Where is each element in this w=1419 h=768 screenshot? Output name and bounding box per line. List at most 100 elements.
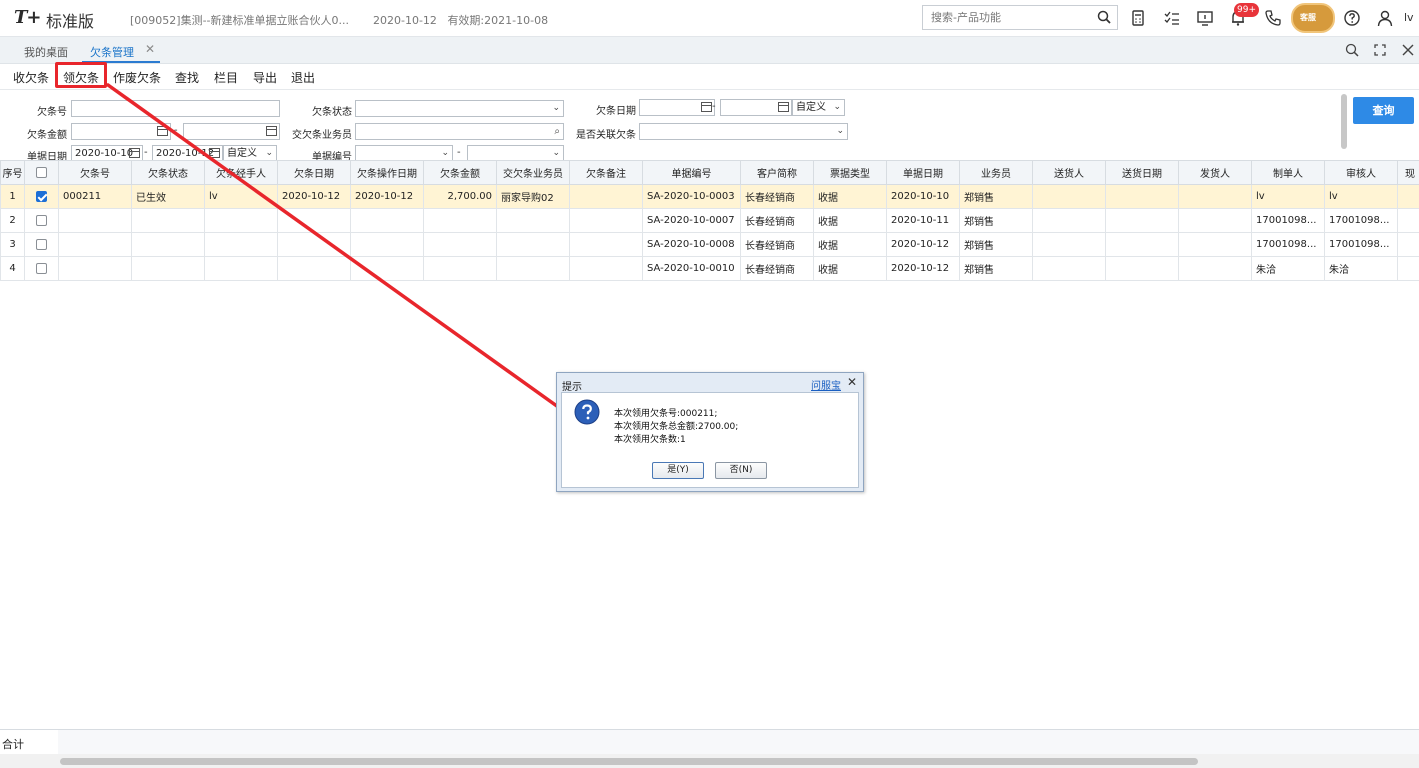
cell-maker: 17001098... <box>1251 208 1325 233</box>
cell-auditor: 17001098... <box>1324 208 1398 233</box>
cell-amount <box>423 208 497 233</box>
help-service-link[interactable]: 问服宝 <box>811 377 841 392</box>
row-select[interactable] <box>24 184 59 209</box>
col-doc-date[interactable]: 单据日期 <box>886 160 960 185</box>
menu-void-iou[interactable]: 作废欠条 <box>113 69 161 86</box>
row-checkbox[interactable] <box>36 190 47 202</box>
col-select-all[interactable] <box>24 160 59 185</box>
menu-find[interactable]: 查找 <box>175 69 199 86</box>
iou-date-from[interactable] <box>639 99 715 116</box>
tab-search-icon[interactable] <box>1344 42 1360 58</box>
horizontal-scrollbar-thumb[interactable] <box>60 758 1198 765</box>
calculator-icon[interactable] <box>1129 9 1147 27</box>
cell-iou-no <box>58 256 132 281</box>
col-seq[interactable]: 序号 <box>0 160 25 185</box>
calculator-icon[interactable] <box>266 126 277 136</box>
dialog-title: 提示 <box>562 382 582 393</box>
col-maker[interactable]: 制单人 <box>1251 160 1325 185</box>
iou-amount-from[interactable] <box>71 123 171 140</box>
task-list-icon[interactable] <box>1163 9 1181 27</box>
menu-exit[interactable]: 退出 <box>291 69 315 86</box>
cell-iou-date <box>277 208 351 233</box>
calendar-icon[interactable] <box>209 148 220 158</box>
total-label: 合计 <box>2 738 24 751</box>
table-row[interactable]: 2 SA-2020-10-0007 长春经销商 收据 2020-10-11 郑销… <box>0 208 1419 233</box>
col-cash[interactable]: 现 <box>1397 160 1419 185</box>
row-select[interactable] <box>24 208 59 233</box>
col-iou-no[interactable]: 欠条号 <box>58 160 132 185</box>
tab-close-icon[interactable]: ✕ <box>145 42 155 56</box>
col-handler[interactable]: 欠条经手人 <box>204 160 278 185</box>
row-seq: 3 <box>0 232 25 257</box>
chevron-down-icon: ⌄ <box>552 103 560 113</box>
table-row[interactable]: 4 SA-2020-10-0010 长春经销商 收据 2020-10-12 郑销… <box>0 256 1419 281</box>
col-customer[interactable]: 客户简称 <box>740 160 814 185</box>
col-op-date[interactable]: 欠条操作日期 <box>350 160 424 185</box>
row-checkbox[interactable] <box>36 214 47 226</box>
col-remark[interactable]: 欠条备注 <box>569 160 643 185</box>
row-select[interactable] <box>24 232 59 257</box>
col-salesman[interactable]: 交欠条业务员 <box>496 160 570 185</box>
col-doc-no[interactable]: 单据编号 <box>642 160 741 185</box>
col-delivery-date[interactable]: 送货日期 <box>1105 160 1179 185</box>
help-icon[interactable] <box>1343 9 1361 27</box>
calendar-icon[interactable] <box>778 102 789 112</box>
close-icon[interactable] <box>1400 42 1416 58</box>
cell-deliverer <box>1032 208 1106 233</box>
table-row[interactable]: 3 SA-2020-10-0008 长春经销商 收据 2020-10-12 郑销… <box>0 232 1419 257</box>
col-clerk[interactable]: 业务员 <box>959 160 1033 185</box>
table-row[interactable]: 1 000211 已生效 lv 2020-10-12 2020-10-12 2,… <box>0 184 1419 209</box>
menu-receive-iou[interactable]: 收欠条 <box>13 69 49 86</box>
search-icon[interactable] <box>1097 10 1111 24</box>
tab-my-desktop[interactable]: 我的桌面 <box>24 44 68 60</box>
cell-status <box>131 256 205 281</box>
dialog-close-icon[interactable]: ✕ <box>847 375 857 389</box>
message-icon[interactable] <box>1196 9 1214 27</box>
select-all-checkbox[interactable] <box>36 166 47 178</box>
col-amount[interactable]: 欠条金额 <box>423 160 497 185</box>
calendar-icon[interactable] <box>701 102 712 112</box>
iou-status-select[interactable]: ⌄ <box>355 100 564 117</box>
menu-columns[interactable]: 栏目 <box>214 69 238 86</box>
menu-export[interactable]: 导出 <box>253 69 277 86</box>
calculator-icon[interactable] <box>157 126 168 136</box>
col-iou-date[interactable]: 欠条日期 <box>277 160 351 185</box>
no-button[interactable]: 否(N) <box>715 462 767 479</box>
iou-no-input[interactable] <box>71 100 280 117</box>
salesman-input[interactable]: ⌕ <box>355 123 564 140</box>
customer-service-mascot[interactable]: 客服 <box>1291 3 1335 33</box>
yes-button[interactable]: 是(Y) <box>652 462 704 479</box>
search-icon[interactable]: ⌕ <box>554 124 560 139</box>
col-deliverer[interactable]: 送货人 <box>1032 160 1106 185</box>
cell-cash <box>1397 184 1419 209</box>
feature-search-input[interactable] <box>923 6 1093 29</box>
col-bill-type[interactable]: 票据类型 <box>813 160 887 185</box>
cell-shipper <box>1178 232 1252 257</box>
cell-doc-date: 2020-10-12 <box>886 232 960 257</box>
cell-doc-no: SA-2020-10-0003 <box>642 184 741 209</box>
menu-claim-iou[interactable]: 领欠条 <box>63 69 99 86</box>
linked-iou-select[interactable]: ⌄ <box>639 123 848 140</box>
fullscreen-icon[interactable] <box>1372 42 1388 58</box>
query-button[interactable]: 查询 <box>1353 97 1414 124</box>
tab-iou-management[interactable]: 欠条管理 <box>90 44 134 60</box>
user-icon[interactable] <box>1376 9 1394 27</box>
col-status[interactable]: 欠条状态 <box>131 160 205 185</box>
cell-customer: 长春经销商 <box>740 184 814 209</box>
feature-search[interactable] <box>922 5 1118 30</box>
user-name[interactable]: lv <box>1404 11 1414 24</box>
col-auditor[interactable]: 审核人 <box>1324 160 1398 185</box>
calendar-icon[interactable] <box>129 148 140 158</box>
row-checkbox[interactable] <box>36 238 47 250</box>
iou-date-to[interactable] <box>720 99 792 116</box>
iou-amount-to[interactable] <box>183 123 280 140</box>
col-shipper[interactable]: 发货人 <box>1178 160 1252 185</box>
phone-icon[interactable] <box>1264 9 1282 27</box>
iou-date-mode-select[interactable]: 自定义 ⌄ <box>792 99 845 116</box>
row-checkbox[interactable] <box>36 262 47 274</box>
cell-deliverer <box>1032 184 1106 209</box>
cell-shipper <box>1178 256 1252 281</box>
filter-scrollbar[interactable] <box>1341 94 1347 149</box>
cell-iou-no <box>58 232 132 257</box>
row-select[interactable] <box>24 256 59 281</box>
